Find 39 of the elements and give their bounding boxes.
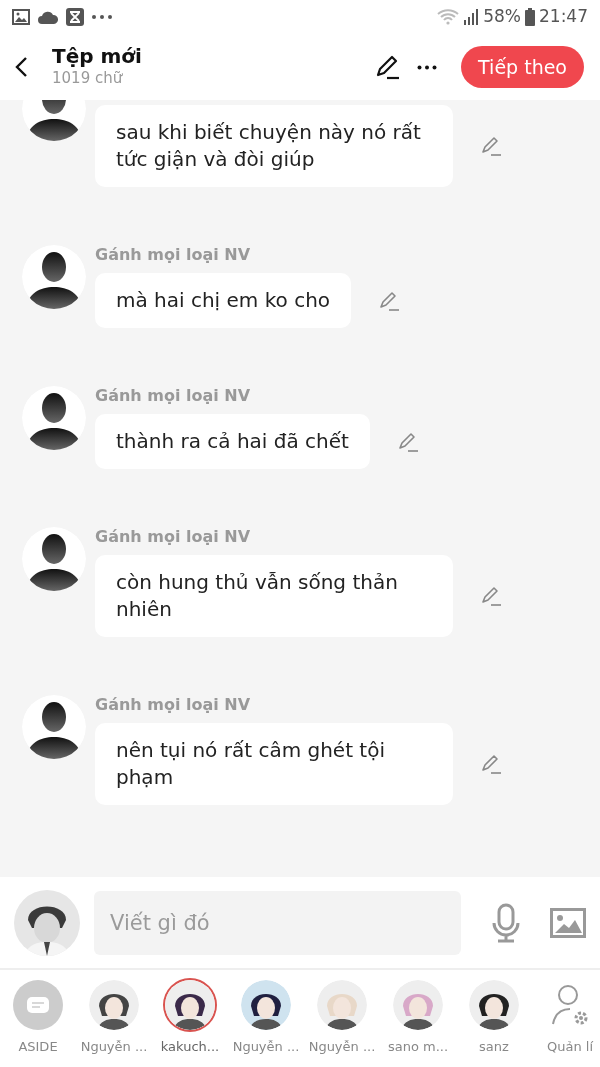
wifi-icon xyxy=(437,9,460,25)
next-button[interactable]: Tiếp theo xyxy=(461,45,584,89)
message-bubble[interactable]: thành ra cả hai đã chết xyxy=(95,414,370,469)
message-bubble[interactable]: nên tụi nó rất câm ghét tội phạm xyxy=(95,723,453,805)
speaker-name: Gánh mọi loại NV xyxy=(95,245,252,265)
message-bubble[interactable]: còn hung thủ vẫn sống thản nhiên xyxy=(95,555,453,637)
character-name[interactable]: Nguyễn ... xyxy=(308,1037,376,1057)
message-input[interactable]: Viết gì đó xyxy=(94,890,461,955)
document-title: Tệp mới xyxy=(52,44,142,67)
message-bubble[interactable]: mà hai chị em ko cho xyxy=(95,273,352,328)
microphone-icon[interactable] xyxy=(492,902,520,943)
avatar-icon xyxy=(22,695,86,759)
avatar-icon xyxy=(22,245,86,309)
clock: 21:47 xyxy=(539,5,588,29)
speaker-name: Gánh mọi loại NV xyxy=(95,527,252,547)
message-bubble[interactable]: sau khi biết chuyện này nó rất tức giận và đòi giúp xyxy=(95,105,453,187)
battery-icon xyxy=(525,8,535,26)
more-icon[interactable] xyxy=(417,64,438,70)
character-name[interactable]: ASIDE xyxy=(18,1037,58,1057)
app-icon xyxy=(66,8,84,26)
word-count: 1019 chữ xyxy=(52,67,124,89)
character-name[interactable]: kakuch... xyxy=(160,1037,220,1057)
speaker-name: Gánh mọi loại NV xyxy=(95,386,252,406)
character-name[interactable]: Nguyễn ... xyxy=(80,1037,148,1057)
speaker-name: Gánh mọi loại NV xyxy=(95,695,252,715)
avatar-icon xyxy=(22,386,86,450)
battery-percent: 58% xyxy=(483,5,521,29)
cloud-icon xyxy=(38,10,58,24)
back-icon[interactable] xyxy=(14,56,28,78)
signal-icon xyxy=(463,9,480,25)
character-name[interactable]: Quản lí xyxy=(546,1037,593,1057)
image-icon[interactable] xyxy=(550,907,586,938)
character-name[interactable]: sano m... xyxy=(387,1037,449,1057)
character-name[interactable]: Nguyễn ... xyxy=(232,1037,300,1057)
avatar-icon xyxy=(22,527,86,591)
character-name[interactable]: sanz xyxy=(479,1037,509,1057)
gallery-icon xyxy=(12,9,30,25)
more-icon xyxy=(92,15,112,19)
edit-icon[interactable] xyxy=(375,54,402,80)
